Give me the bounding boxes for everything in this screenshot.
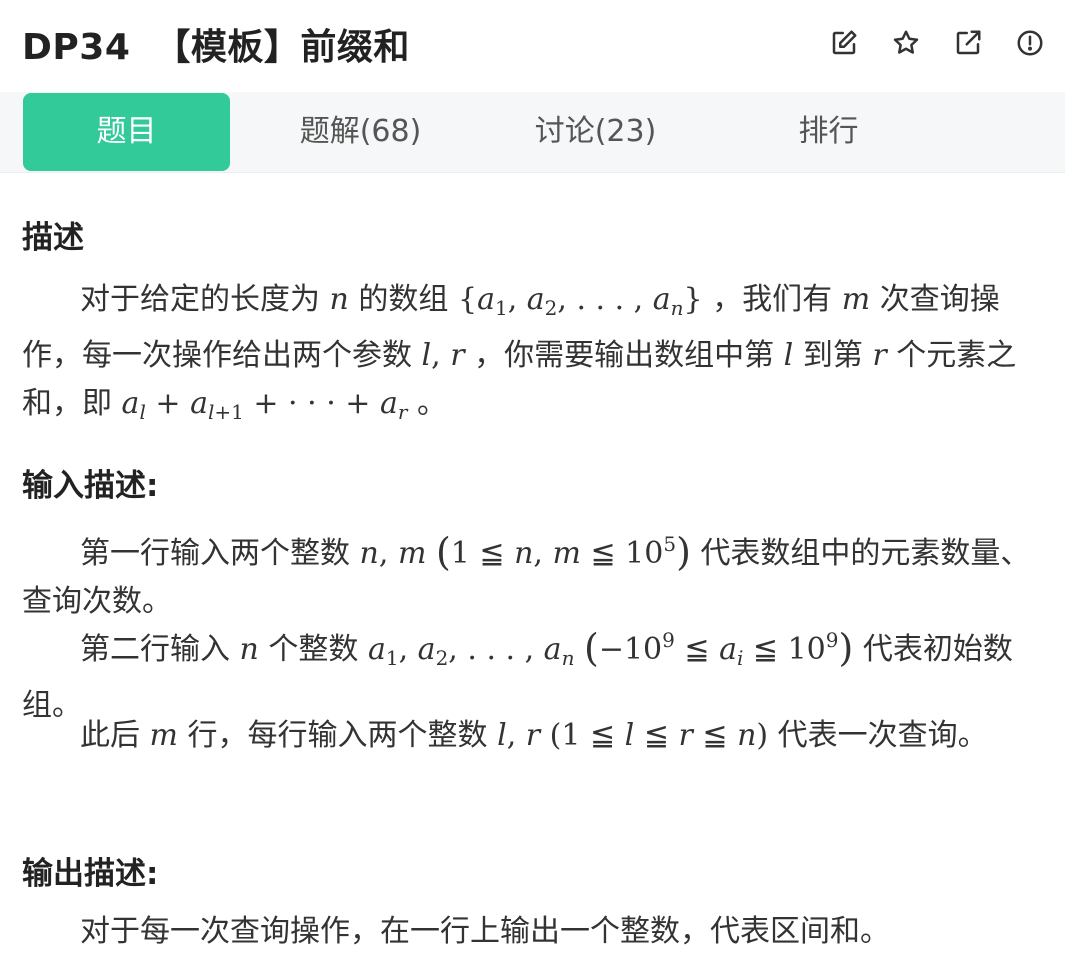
problem-tabs: 题目 题解(68) 讨论(23) 排行 (0, 92, 1065, 173)
tab-ranking[interactable]: 排行 (726, 93, 931, 171)
description-text: 对于给定的长度为 n 的数组 {a1, a2, . . . , an} ，我们有… (22, 282, 1017, 424)
edit-icon (832, 30, 857, 55)
report-icon (1017, 30, 1043, 56)
input-line-3: 此后 m 行，每行输入两个整数 l, r (1 ≦ l ≦ r ≦ n) 代表一… (80, 718, 988, 753)
description-heading: 描述 (22, 220, 84, 256)
tab-problem[interactable]: 题目 (23, 93, 230, 171)
favorite-button[interactable] (889, 26, 923, 60)
open-external-button[interactable] (951, 26, 985, 60)
input-heading: 输入描述: (22, 468, 159, 504)
problem-name: 【模板】前缀和 (154, 27, 410, 68)
output-text: 对于每一次查询操作，在一行上输出一个整数，代表区间和。 (80, 914, 890, 949)
problem-id: DP34 (22, 27, 131, 68)
problem-header: DP34 【模板】前缀和 (0, 0, 1065, 92)
output-heading: 输出描述: (22, 856, 159, 892)
tab-solutions[interactable]: 题解(68) (258, 93, 463, 171)
star-icon (893, 30, 919, 54)
report-button[interactable] (1013, 26, 1047, 60)
edit-button[interactable] (827, 26, 861, 60)
page-title: DP34 【模板】前缀和 (22, 18, 410, 70)
header-actions (827, 26, 1047, 60)
tab-discussion[interactable]: 讨论(23) (493, 93, 698, 171)
input-line-1: 第一行输入两个整数 n, m (1 ≦ n, m ≦ 105) 代表数组中的元素… (22, 530, 1031, 619)
external-link-icon (956, 30, 981, 55)
